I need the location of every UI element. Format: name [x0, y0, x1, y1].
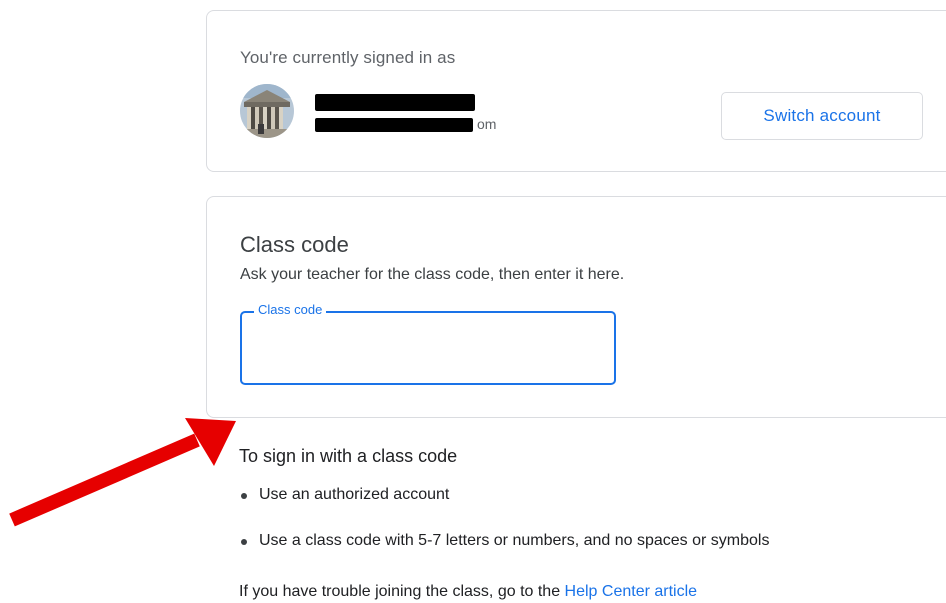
avatar: [240, 84, 294, 138]
help-text: If you have trouble joining the class, g…: [239, 583, 697, 601]
bullet-icon: [241, 493, 247, 499]
email-redaction: [315, 118, 473, 132]
instructions-title: To sign in with a class code: [239, 446, 458, 466]
bullet-icon: [241, 539, 247, 545]
signed-in-label: You're currently signed in as: [240, 48, 456, 67]
class-code-title: Class code: [240, 232, 349, 257]
arrow-head-icon: [185, 418, 236, 466]
help-text-prefix: If you have trouble joining the class, g…: [239, 583, 565, 600]
help-center-link[interactable]: Help Center article: [565, 583, 698, 600]
class-code-field: Class code: [240, 301, 616, 385]
list-item-text: Use a class code with 5-7 letters or num…: [259, 532, 770, 549]
list-item-text: Use an authorized account: [259, 486, 450, 503]
list-item: Use a class code with 5-7 letters or num…: [239, 532, 769, 553]
user-email-suffix: om: [477, 116, 497, 132]
list-item: Use an authorized account: [239, 486, 769, 507]
class-code-field-label: Class code: [254, 301, 327, 319]
class-code-description: Ask your teacher for the class code, the…: [240, 266, 625, 283]
arrow-shaft: [9, 433, 200, 527]
account-card: You're currently signed in as om Switch …: [206, 10, 946, 172]
switch-account-button[interactable]: Switch account: [721, 92, 923, 140]
class-code-input[interactable]: [240, 311, 616, 385]
join-class-page: You're currently signed in as om Switch …: [0, 0, 946, 603]
name-redaction: [315, 94, 475, 111]
instructions-list: Use an authorized account Use a class co…: [239, 486, 769, 553]
class-code-card: Class code Ask your teacher for the clas…: [206, 196, 946, 418]
